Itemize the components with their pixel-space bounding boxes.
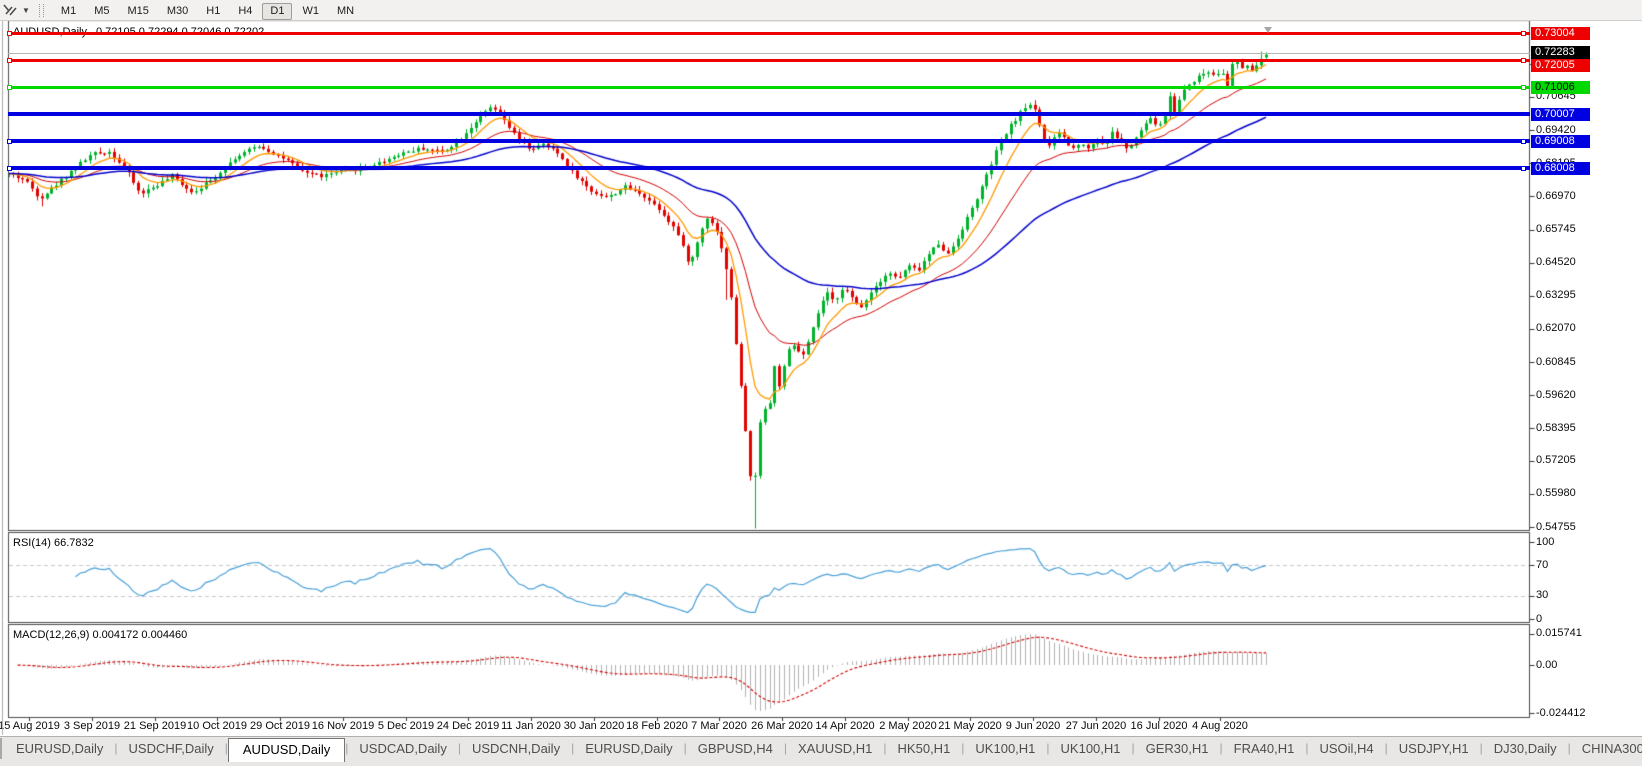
bid-price-badge: 0.72283 (1531, 46, 1590, 59)
horizontal-line-0.68008[interactable] (8, 166, 1530, 170)
chart-tab-audusd-daily[interactable]: AUDUSD,Daily (228, 738, 345, 762)
price-axis-tick: 0.57205 (1536, 454, 1576, 466)
price-axis-tick: 0.59620 (1536, 389, 1576, 401)
chart-tab-fra40-h1[interactable]: FRA40,H1 (1223, 738, 1306, 760)
chart-tab-hk50-h1[interactable]: HK50,H1 (887, 738, 962, 760)
line-handle-right[interactable] (1521, 58, 1526, 63)
chart-tab-usdcad-daily[interactable]: USDCAD,Daily (348, 738, 457, 760)
price-axis-tick: 0.60845 (1536, 356, 1576, 368)
date-label: 24 Dec 2019 (437, 720, 499, 732)
price-axis-tick: 0.55980 (1536, 487, 1576, 499)
horizontal-line-0.71006[interactable] (8, 86, 1530, 89)
chart-tab-dj30-daily[interactable]: DJ30,Daily (1483, 738, 1568, 760)
date-label: 3 Sep 2019 (64, 720, 120, 732)
bid-price-line (8, 53, 1530, 54)
chart-tab-usdcnh-daily[interactable]: USDCNH,Daily (461, 738, 571, 760)
date-label: 4 Aug 2020 (1192, 720, 1248, 732)
chart-tab-xauusd-h1[interactable]: XAUUSD,H1 (787, 738, 883, 760)
rsi-axis-tick: 70 (1536, 559, 1548, 571)
date-label: 21 Sep 2019 (124, 720, 186, 732)
line-handle-right[interactable] (1521, 166, 1526, 171)
timeframe-button-h1[interactable]: H1 (198, 3, 228, 20)
date-label: 30 Jan 2020 (564, 720, 625, 732)
date-label: 14 Apr 2020 (815, 720, 874, 732)
chart-tab-uk100-h1[interactable]: UK100,H1 (964, 738, 1046, 760)
price-axis-tick: 0.58395 (1536, 422, 1576, 434)
line-handle-right[interactable] (1521, 85, 1526, 90)
price-axis-tick: 0.54755 (1536, 521, 1576, 533)
line-handle-left[interactable] (7, 85, 12, 90)
line-handle-left[interactable] (7, 139, 12, 144)
price-axis-tick: 0.66970 (1536, 190, 1576, 202)
line-handle-left[interactable] (7, 31, 12, 36)
line-handle-left[interactable] (7, 58, 12, 63)
chart-tab-china300-h1[interactable]: CHINA300,H1 (1571, 738, 1642, 760)
timeframe-button-m15[interactable]: M15 (119, 3, 156, 20)
line-handle-right[interactable] (1521, 139, 1526, 144)
chart-tab-usdchf-daily[interactable]: USDCHF,Daily (118, 738, 225, 760)
date-label: 18 Feb 2020 (626, 720, 688, 732)
date-label: 16 Nov 2019 (312, 720, 374, 732)
crosshair-tool-icon[interactable] (3, 4, 18, 17)
macd-axis-tick: -0.024412 (1536, 707, 1586, 719)
chart-tab-gbpusd-h4[interactable]: GBPUSD,H4 (687, 738, 784, 760)
chart-shift-marker[interactable] (1264, 27, 1272, 33)
macd-axis-tick: 0.015741 (1536, 627, 1582, 639)
date-label: 7 Mar 2020 (691, 720, 747, 732)
price-badge-0.70007: 0.70007 (1531, 108, 1590, 121)
price-badge-0.72005: 0.72005 (1531, 59, 1590, 72)
timeframe-button-h4[interactable]: H4 (230, 3, 260, 20)
horizontal-line-0.70007[interactable] (8, 112, 1530, 116)
price-axis-tick: 0.65745 (1536, 223, 1576, 235)
timeframe-button-w1[interactable]: W1 (294, 3, 327, 20)
date-label: 16 Jul 2020 (1131, 720, 1188, 732)
chart-tab-eurusd-daily[interactable]: EURUSD,Daily (5, 738, 114, 760)
chart-tab-eurusd-daily[interactable]: EURUSD,Daily (574, 738, 683, 760)
date-label: 10 Oct 2019 (187, 720, 247, 732)
rsi-indicator-label: RSI(14) 66.7832 (13, 537, 94, 549)
timeframe-button-d1[interactable]: D1 (262, 3, 292, 20)
macd-axis-tick: 0.00 (1536, 659, 1557, 671)
date-label: 15 Aug 2019 (0, 720, 60, 732)
price-badge-0.68008: 0.68008 (1531, 162, 1590, 175)
date-label: 5 Dec 2019 (378, 720, 434, 732)
chart-tabs-bar: EURUSD,Daily|USDCHF,Daily|AUDUSD,Daily|U… (0, 736, 1642, 766)
price-axis-tick: 0.64520 (1536, 256, 1576, 268)
mt4-chart-window: ▼ M1M5M15M30H1H4D1W1MN AUDUSD,Daily0.721… (0, 0, 1642, 766)
horizontal-line-0.72005[interactable] (8, 59, 1530, 62)
rsi-axis-tick: 30 (1536, 589, 1548, 601)
toolbar: ▼ M1M5M15M30H1H4D1W1MN (0, 0, 1642, 21)
chart-tab-usoil-h4[interactable]: USOil,H4 (1308, 738, 1384, 760)
price-badge-0.71006: 0.71006 (1531, 81, 1590, 94)
rsi-axis-tick: 100 (1536, 536, 1554, 548)
price-badge-0.69008: 0.69008 (1531, 135, 1590, 148)
dropdown-caret-icon[interactable]: ▼ (22, 6, 30, 15)
price-badge-0.73004: 0.73004 (1531, 27, 1590, 40)
chart-tab-usdjpy-h1[interactable]: USDJPY,H1 (1388, 738, 1480, 760)
timeframe-toolbar: M1M5M15M30H1H4D1W1MN (52, 1, 363, 19)
timeframe-button-m5[interactable]: M5 (86, 3, 117, 20)
tab-stub (0, 738, 2, 759)
rsi-axis-tick: 0 (1536, 613, 1542, 625)
date-label: 11 Jan 2020 (501, 720, 561, 732)
horizontal-line-0.69008[interactable] (8, 139, 1530, 143)
price-axis-tick: 0.62070 (1536, 322, 1576, 334)
date-label: 9 Jun 2020 (1006, 720, 1060, 732)
date-label: 26 Mar 2020 (751, 720, 813, 732)
price-axis-tick: 0.63295 (1536, 289, 1576, 301)
line-handle-left[interactable] (7, 166, 12, 171)
date-label: 2 May 2020 (879, 720, 936, 732)
chart-tab-uk100-h1[interactable]: UK100,H1 (1050, 738, 1132, 760)
timeframe-button-mn[interactable]: MN (329, 3, 362, 20)
chart-tab-ger30-h1[interactable]: GER30,H1 (1135, 738, 1220, 760)
date-label: 27 Jun 2020 (1066, 720, 1127, 732)
line-handle-right[interactable] (1521, 31, 1526, 36)
macd-indicator-label: MACD(12,26,9) 0.004172 0.004460 (13, 629, 187, 641)
timeframe-button-m30[interactable]: M30 (159, 3, 196, 20)
horizontal-line-0.73004[interactable] (8, 32, 1530, 35)
toolbar-grip (39, 4, 44, 17)
timeframe-button-m1[interactable]: M1 (53, 3, 84, 20)
date-label: 21 May 2020 (938, 720, 1002, 732)
date-label: 29 Oct 2019 (250, 720, 310, 732)
